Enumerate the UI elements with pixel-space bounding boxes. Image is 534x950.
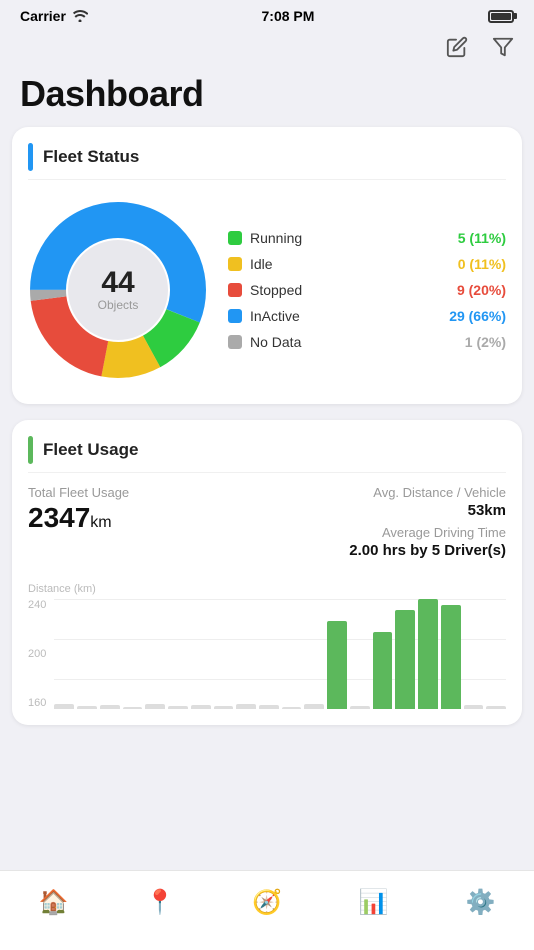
- fleet-usage-header: Fleet Usage: [28, 436, 506, 473]
- bar-13: [350, 706, 370, 709]
- tab-home[interactable]: 🏠: [22, 884, 84, 921]
- bar-8: [236, 704, 256, 710]
- fleet-usage-card: Fleet Usage Total Fleet Usage 2347km Avg…: [12, 420, 522, 725]
- pencil-icon: [446, 36, 468, 58]
- fleet-status-body: 44 Objects Running 5 (11%) Idle 0 (11%) …: [28, 192, 506, 388]
- tab-location[interactable]: 📍: [129, 884, 191, 921]
- bar-17: [441, 605, 461, 710]
- status-bar-left: Carrier: [20, 8, 88, 24]
- fleet-status-indicator: [28, 143, 33, 171]
- bar-0: [54, 704, 74, 710]
- fleet-status-header: Fleet Status: [28, 143, 506, 180]
- settings-icon: ⚙️: [466, 888, 496, 917]
- legend-item-running: Running 5 (11%): [228, 230, 506, 246]
- home-icon: 🏠: [38, 888, 68, 917]
- page-title: Dashboard: [20, 73, 514, 115]
- wifi-icon: [72, 10, 88, 22]
- legend-dot-stopped: [228, 283, 242, 297]
- bar-10: [282, 707, 302, 709]
- legend-name-inactive: InActive: [250, 308, 441, 324]
- y-tick-160: 160: [28, 697, 46, 709]
- tab-navigation[interactable]: 🧭: [236, 884, 298, 921]
- tab-bar: 🏠 📍 🧭 📊 ⚙️: [0, 870, 534, 950]
- filter-icon: [492, 36, 514, 58]
- legend-value-no data: 1 (2%): [465, 334, 506, 350]
- top-actions: [0, 28, 534, 69]
- bar-chart-area: Distance (km) 240 200 160: [28, 575, 506, 709]
- bar-11: [304, 704, 324, 710]
- navigation-icon: 🧭: [252, 888, 282, 917]
- reports-icon: 📊: [359, 888, 389, 917]
- legend-item-no data: No Data 1 (2%): [228, 334, 506, 350]
- legend-name-stopped: Stopped: [250, 282, 449, 298]
- status-bar: Carrier 7:08 PM: [0, 0, 534, 28]
- y-tick-200: 200: [28, 648, 46, 660]
- fleet-status-card: Fleet Status 44 Objects: [12, 127, 522, 404]
- bar-7: [214, 706, 234, 709]
- total-fleet-value: 2347km: [28, 502, 129, 534]
- bar-18: [464, 705, 484, 709]
- legend-dot-idle: [228, 257, 242, 271]
- donut-center: 44 Objects: [68, 240, 168, 340]
- legend-value-idle: 0 (11%): [458, 256, 506, 272]
- y-axis: 240 200 160: [28, 599, 46, 709]
- legend-item-idle: Idle 0 (11%): [228, 256, 506, 272]
- edit-button[interactable]: [442, 32, 472, 65]
- legend-dot-no data: [228, 335, 242, 349]
- fleet-usage-title: Fleet Usage: [43, 440, 138, 460]
- avg-distance-value: 53km: [349, 502, 506, 519]
- legend-dot-running: [228, 231, 242, 245]
- chart-inner: [54, 599, 506, 709]
- chart-wrapper: 240 200 160: [28, 599, 506, 709]
- bar-12: [327, 621, 347, 709]
- bar-14: [373, 632, 393, 709]
- fleet-status-legend: Running 5 (11%) Idle 0 (11%) Stopped 9 (…: [228, 230, 506, 350]
- location-icon: 📍: [145, 888, 175, 917]
- y-tick-240: 240: [28, 599, 46, 611]
- bar-15: [395, 610, 415, 709]
- donut-objects-label: Objects: [98, 298, 139, 312]
- bar-4: [145, 704, 165, 710]
- filter-button[interactable]: [488, 32, 518, 65]
- legend-item-inactive: InActive 29 (66%): [228, 308, 506, 324]
- bar-16: [418, 599, 438, 709]
- chart-y-label: Distance (km): [28, 583, 506, 595]
- tab-reports[interactable]: 📊: [343, 884, 405, 921]
- fleet-status-title: Fleet Status: [43, 147, 139, 167]
- avg-distance-label: Avg. Distance / Vehicle: [349, 485, 506, 500]
- avg-stats: Avg. Distance / Vehicle 53km Average Dri…: [349, 485, 506, 559]
- bar-19: [486, 706, 506, 709]
- status-bar-right: [488, 10, 514, 23]
- battery-icon: [488, 10, 514, 23]
- avg-driving-label: Average Driving Time: [349, 525, 506, 540]
- carrier-text: Carrier: [20, 8, 66, 24]
- bar-5: [168, 706, 188, 709]
- page-title-section: Dashboard: [0, 69, 534, 127]
- tab-settings[interactable]: ⚙️: [450, 884, 512, 921]
- donut-total: 44: [101, 268, 134, 298]
- legend-name-no data: No Data: [250, 334, 457, 350]
- legend-value-stopped: 9 (20%): [457, 282, 506, 298]
- legend-value-inactive: 29 (66%): [449, 308, 506, 324]
- fleet-usage-stats: Total Fleet Usage 2347km Avg. Distance /…: [28, 485, 506, 559]
- total-fleet-stat: Total Fleet Usage 2347km: [28, 485, 129, 534]
- legend-dot-inactive: [228, 309, 242, 323]
- bar-3: [123, 707, 143, 709]
- bar-1: [77, 706, 97, 709]
- total-fleet-label: Total Fleet Usage: [28, 485, 129, 500]
- legend-item-stopped: Stopped 9 (20%): [228, 282, 506, 298]
- legend-value-running: 5 (11%): [458, 230, 506, 246]
- fleet-usage-indicator: [28, 436, 33, 464]
- bar-6: [191, 705, 211, 709]
- legend-name-idle: Idle: [250, 256, 450, 272]
- legend-name-running: Running: [250, 230, 450, 246]
- status-bar-time: 7:08 PM: [262, 8, 315, 24]
- donut-chart: 44 Objects: [28, 200, 208, 380]
- avg-driving-value: 2.00 hrs by 5 Driver(s): [349, 542, 506, 559]
- chart-bars: [54, 599, 506, 709]
- bar-2: [100, 705, 120, 709]
- bar-9: [259, 705, 279, 709]
